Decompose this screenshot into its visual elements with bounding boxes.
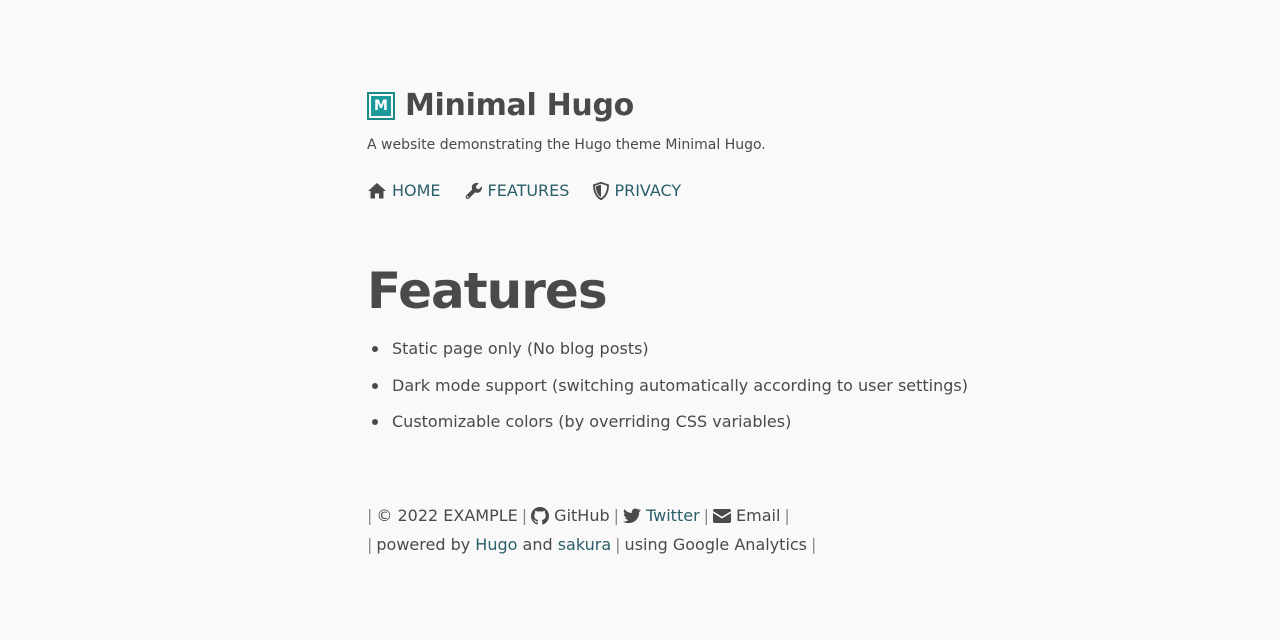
shield-icon [593, 181, 610, 200]
separator: | [615, 535, 621, 554]
analytics-text: using Google Analytics [624, 535, 808, 554]
list-item: Dark mode support (switching automatical… [367, 373, 968, 410]
list-item: Customizable colors (by overriding CSS v… [367, 409, 968, 446]
nav-item-features[interactable]: FEATURES [465, 181, 570, 200]
page-title: Features [367, 262, 608, 320]
site-title[interactable]: Minimal Hugo [405, 88, 634, 123]
main-nav: HOME FEATURES PRIVACY [367, 181, 705, 200]
github-label: GitHub [554, 506, 610, 525]
nav-label-home: HOME [392, 181, 441, 200]
nav-label-features: FEATURES [487, 181, 570, 200]
separator: | [367, 535, 373, 554]
envelope-icon [713, 508, 732, 523]
logo-letter: M [371, 95, 391, 116]
twitter-label: Twitter [646, 506, 700, 525]
separator: | [703, 506, 710, 525]
twitter-icon [623, 508, 642, 523]
hugo-link[interactable]: Hugo [475, 535, 517, 554]
footer-line-credits: | powered by Hugo and sakura | using Goo… [367, 530, 820, 559]
separator: | [811, 535, 817, 554]
powered-by-text: powered by [376, 535, 471, 554]
github-icon [531, 506, 550, 525]
sakura-link[interactable]: sakura [558, 535, 611, 554]
and-text: and [522, 535, 553, 554]
list-item: Static page only (No blog posts) [367, 336, 968, 373]
separator: | [521, 506, 528, 525]
site-subtitle: A website demonstrating the Hugo theme M… [367, 137, 766, 153]
email-link[interactable]: Email [713, 506, 780, 525]
home-icon [368, 183, 386, 199]
footer: | © 2022 EXAMPLE | GitHub | Twitter | Em… [367, 501, 820, 559]
nav-label-privacy: PRIVACY [614, 181, 682, 200]
separator: | [784, 506, 790, 525]
twitter-link[interactable]: Twitter [623, 506, 700, 525]
separator: | [613, 506, 620, 525]
email-label: Email [736, 506, 781, 525]
separator: | [367, 506, 373, 525]
site-logo[interactable]: M [367, 91, 395, 120]
wrench-icon [465, 182, 482, 199]
copyright-text: © 2022 EXAMPLE [376, 506, 518, 525]
nav-item-home[interactable]: HOME [367, 181, 441, 200]
feature-list: Static page only (No blog posts) Dark mo… [367, 336, 968, 446]
site-header[interactable]: M Minimal Hugo [367, 88, 634, 123]
github-link[interactable]: GitHub [531, 506, 610, 525]
footer-line-links: | © 2022 EXAMPLE | GitHub | Twitter | Em… [367, 501, 820, 530]
nav-item-privacy[interactable]: PRIVACY [593, 181, 681, 200]
